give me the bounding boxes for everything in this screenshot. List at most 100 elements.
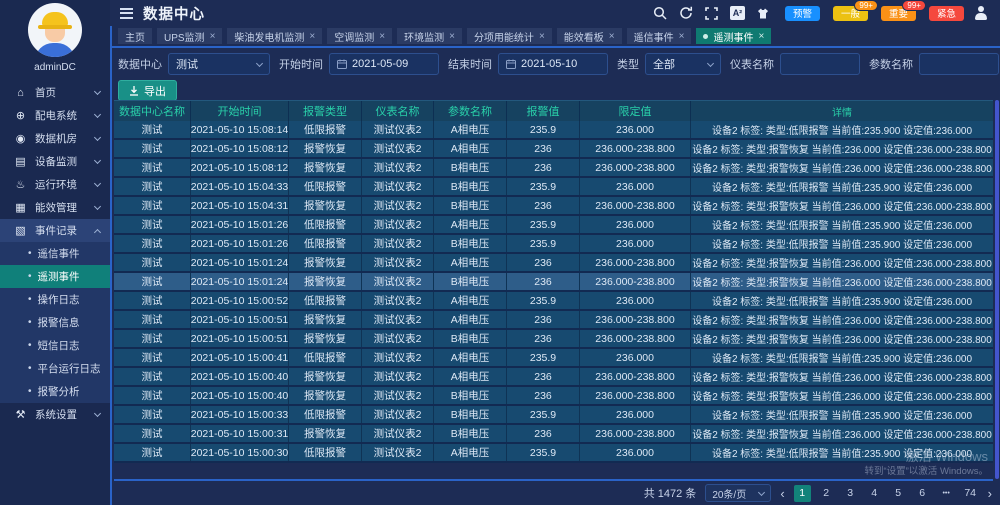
cell-meter-name: 测试仪表2 [362,140,434,157]
table-row[interactable]: 测试2021-05-10 15:04:33低限报警测试仪表2B相电压235.92… [114,178,993,197]
type-select[interactable]: 全部 [645,53,721,75]
close-tab-icon[interactable]: × [539,31,545,42]
page-button-5[interactable]: 5 [890,485,907,502]
sidebar-item-operating-environment[interactable]: ♨运行环境 [0,173,110,196]
start-time-input[interactable]: 2021-05-09 [329,53,439,75]
sidebar-item-power-distribution[interactable]: ⊕配电系统 [0,104,110,127]
username: adminDC [0,62,110,75]
table-row[interactable]: 测试2021-05-10 15:08:14低限报警测试仪表2A相电压235.92… [114,121,993,140]
table-row[interactable]: 测试2021-05-10 15:00:40报警恢复测试仪表2A相电压236236… [114,368,993,387]
table-row[interactable]: 测试2021-05-10 15:01:26低限报警测试仪表2A相电压235.92… [114,216,993,235]
cell-start-time: 2021-05-10 15:01:24 [191,254,289,271]
table-row[interactable]: 测试2021-05-10 15:00:51报警恢复测试仪表2A相电压236236… [114,311,993,330]
export-button[interactable]: 导出 [118,80,177,101]
tab-environment-monitoring[interactable]: 环境监测× [397,28,462,44]
badge-pill[interactable]: 预警 [785,6,820,21]
table-row[interactable]: 测试2021-05-10 15:01:26低限报警测试仪表2B相电压235.92… [114,235,993,254]
table-row[interactable]: 测试2021-05-10 15:04:31报警恢复测试仪表2B相电压236236… [114,197,993,216]
table-row[interactable]: 测试2021-05-10 15:00:40报警恢复测试仪表2B相电压236236… [114,387,993,406]
filter-start-time: 开始时间 2021-05-09 [279,53,439,75]
table-row[interactable]: 测试2021-05-10 15:00:41低限报警测试仪表2A相电压235.92… [114,349,993,368]
badge-count: 99+ [854,0,878,11]
tab-label: UPS监测 [164,29,205,44]
end-time-input[interactable]: 2021-05-10 [498,53,608,75]
sidebar-item-data-room[interactable]: ◉数据机房 [0,127,110,150]
alarm-badge-important[interactable]: 重要99+ [881,6,916,21]
sidebar-item-telemetry-events[interactable]: •遥测事件 [0,265,110,288]
sidebar-item-home[interactable]: ⌂首页 [0,81,110,104]
start-time-value: 2021-05-09 [352,58,408,70]
cell-meter-name: 测试仪表2 [362,311,434,328]
sidebar-item-alarm-info[interactable]: •报警信息 [0,311,110,334]
alarm-badge-forewarn[interactable]: 预警 [785,6,820,21]
theme-shirt-icon[interactable] [755,5,771,21]
page-button-1[interactable]: 1 [794,485,811,502]
user-icon[interactable] [974,6,988,20]
alarm-badge-general[interactable]: 一般99+ [833,6,868,21]
sidebar-item-sms-log[interactable]: •短信日志 [0,334,110,357]
data-center-value: 测试 [176,56,198,72]
param-name-input[interactable] [919,53,999,75]
tab-telemetry-events[interactable]: 遥测事件× [696,28,771,44]
fullscreen-icon[interactable] [704,5,720,21]
scrollbar-thumb[interactable] [995,100,999,479]
tab-diesel-generator-monitoring[interactable]: 柴油发电机监测× [227,28,322,44]
cell-details: 设备2 标签: 类型:低限报警 当前值:235.900 设定值:236.000 [691,406,993,423]
table-row[interactable]: 测试2021-05-10 15:00:51报警恢复测试仪表2B相电压236236… [114,330,993,349]
page-button-2[interactable]: 2 [818,485,835,502]
filter-end-time: 结束时间 2021-05-10 [448,53,608,75]
page-button-3[interactable]: 3 [842,485,859,502]
filter-type: 类型 全部 [617,53,721,75]
sidebar-item-remote-signal-events[interactable]: •遥信事件 [0,242,110,265]
cell-limit-value: 236.000-238.800 [580,425,691,442]
table-row[interactable]: 测试2021-05-10 15:08:12报警恢复测试仪表2B相电压236236… [114,159,993,178]
cell-alarm-type: 报警恢复 [289,159,362,176]
tab-ac-monitoring[interactable]: 空调监测× [327,28,392,44]
page-button-6[interactable]: 6 [914,485,931,502]
tab-ups-monitoring[interactable]: UPS监测 × [157,28,222,44]
close-tab-icon[interactable]: × [309,31,315,42]
prev-page-button[interactable]: ‹ [778,486,786,501]
sidebar-item-system-settings[interactable]: ⚒系统设置 [0,403,110,426]
close-tab-icon[interactable]: × [609,31,615,42]
close-tab-icon[interactable]: × [449,31,455,42]
sidebar-item-energy-management[interactable]: ▦能效管理 [0,196,110,219]
refresh-icon[interactable] [678,5,694,21]
meter-name-input[interactable] [780,53,860,75]
table-row[interactable]: 测试2021-05-10 15:00:31报警恢复测试仪表2B相电压236236… [114,425,993,444]
next-page-button[interactable]: › [986,486,994,501]
sidebar-item-device-monitoring[interactable]: ▤设备监测 [0,150,110,173]
avatar[interactable] [28,3,82,57]
font-size-icon[interactable]: A² [730,6,745,20]
close-tab-icon[interactable]: × [758,31,764,42]
data-center-select[interactable]: 测试 [168,53,270,75]
tab-remote-signal-events[interactable]: 遥信事件× [627,28,692,44]
search-icon[interactable] [652,5,668,21]
sidebar-item-event-records[interactable]: ▧事件记录 [0,219,110,242]
close-tab-icon[interactable]: × [379,31,385,42]
table-row[interactable]: 测试2021-05-10 15:00:52低限报警测试仪表2A相电压235.92… [114,292,993,311]
tab-home[interactable]: 主页 [118,28,152,44]
close-tab-icon[interactable]: × [679,31,685,42]
table-row[interactable]: 测试2021-05-10 15:01:24报警恢复测试仪表2A相电压236236… [114,254,993,273]
table-row[interactable]: 测试2021-05-10 15:01:24报警恢复测试仪表2B相电压236236… [114,273,993,292]
page-button-4[interactable]: 4 [866,485,883,502]
sidebar-item-alarm-analysis[interactable]: •报警分析 [0,380,110,403]
table-row[interactable]: 测试2021-05-10 15:00:33低限报警测试仪表2B相电压235.92… [114,406,993,425]
sidebar-item-operation-log[interactable]: •操作日志 [0,288,110,311]
badge-pill[interactable]: 紧急 [929,6,964,21]
tab-energy-efficiency-board[interactable]: 能效看板× [557,28,622,44]
tab-energy-subitem-stats[interactable]: 分项用能统计× [467,28,552,44]
table-row[interactable]: 测试2021-05-10 15:00:30低限报警测试仪表2A相电压235.92… [114,444,993,463]
table-row[interactable]: 测试2021-05-10 15:08:12报警恢复测试仪表2A相电压236236… [114,140,993,159]
close-tab-icon[interactable]: × [210,31,216,42]
sidebar-item-platform-run-log[interactable]: •平台运行日志 [0,357,110,380]
cell-details: 设备2 标签: 类型:报警恢复 当前值:236.000 设定值:236.000-… [691,140,993,157]
alarm-badge-urgent[interactable]: 紧急 [929,6,964,21]
page-button-74[interactable]: 74 [962,485,979,502]
cell-alarm-type: 报警恢复 [289,368,362,385]
hamburger-icon[interactable] [120,8,133,19]
cell-start-time: 2021-05-10 15:00:40 [191,387,289,404]
cell-alarm-value: 235.9 [507,216,580,233]
page-size-select[interactable]: 20条/页 [705,484,771,502]
